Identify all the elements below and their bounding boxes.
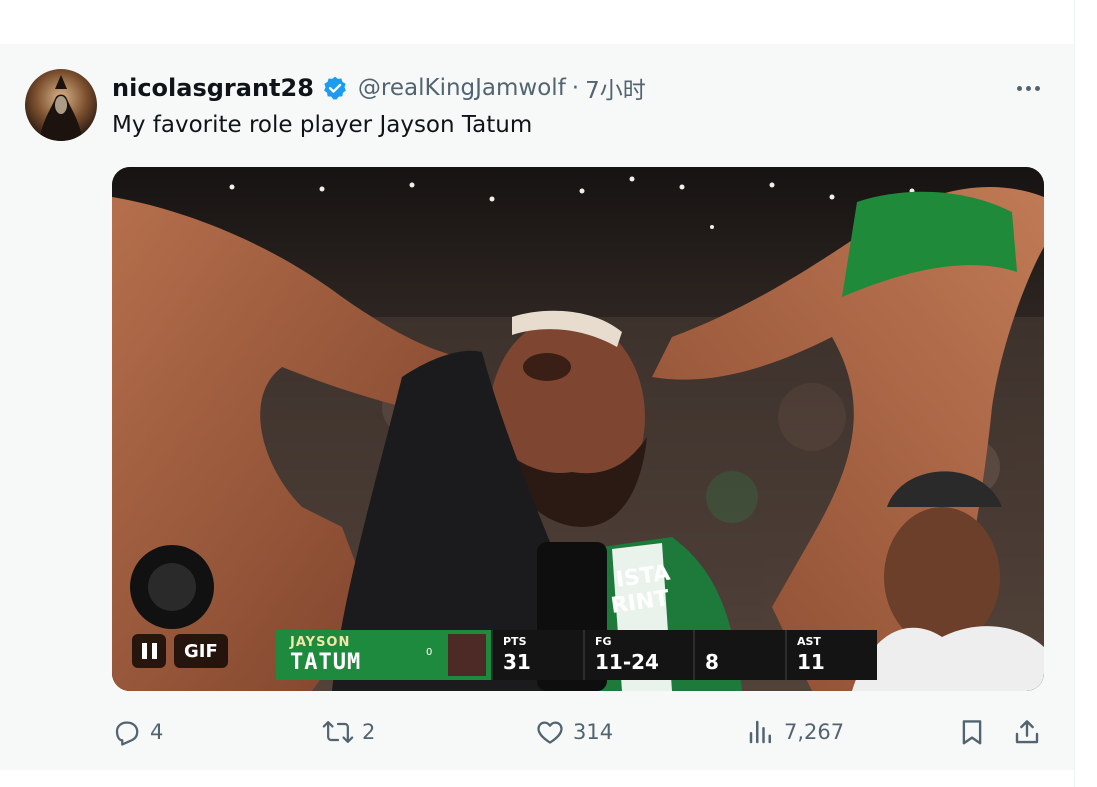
header-separator: · bbox=[571, 75, 580, 101]
right-gutter bbox=[1075, 0, 1097, 787]
display-name[interactable]: nicolasgrant28 bbox=[112, 74, 314, 102]
stat-value: 11-24 bbox=[595, 650, 659, 674]
gif-badge: GIF bbox=[174, 634, 228, 668]
repost-count: 2 bbox=[362, 720, 376, 744]
stat-label: AST bbox=[797, 635, 821, 648]
scorebug-first-name: JAYSON bbox=[290, 635, 351, 650]
gif-frame: ISTA RINT bbox=[112, 167, 1044, 691]
tweet-timestamp[interactable]: 7小时 bbox=[585, 71, 646, 105]
avatar[interactable] bbox=[25, 69, 97, 141]
scorebug-stat-reb: 8 bbox=[693, 630, 785, 680]
like-icon bbox=[537, 721, 563, 744]
like-button[interactable]: 314 bbox=[535, 712, 613, 752]
views-count: 7,267 bbox=[784, 720, 845, 744]
gif-controls: GIF bbox=[132, 634, 228, 668]
bookmark-icon bbox=[962, 720, 982, 745]
scorebug-stat-ast: AST 11 bbox=[785, 630, 877, 680]
stat-value: 8 bbox=[705, 650, 719, 674]
bookmark-button[interactable] bbox=[957, 712, 987, 752]
pause-icon[interactable] bbox=[132, 634, 166, 668]
tweet-header: nicolasgrant28 @realKingJamwolf · 7小时 bbox=[112, 72, 646, 104]
stat-value: 31 bbox=[503, 650, 531, 674]
top-strip bbox=[0, 0, 1075, 44]
repost-icon bbox=[322, 721, 354, 743]
tweet-text: My favorite role player Jayson Tatum bbox=[112, 112, 533, 138]
scorebug-last-name: TATUM bbox=[290, 650, 362, 675]
scorebug-headshot bbox=[448, 634, 486, 676]
tweet-action-bar: 4 2 314 7,267 bbox=[0, 712, 1074, 752]
repost-button[interactable]: 2 bbox=[322, 712, 375, 752]
share-button[interactable] bbox=[1012, 712, 1042, 752]
views-icon bbox=[749, 720, 771, 744]
share-icon bbox=[1015, 720, 1039, 744]
stat-label: PTS bbox=[503, 635, 527, 648]
scorebug-stat-fg: FG 11-24 bbox=[583, 630, 693, 680]
like-count: 314 bbox=[573, 720, 614, 744]
reply-count: 4 bbox=[150, 720, 164, 744]
more-icon[interactable] bbox=[1012, 76, 1044, 100]
tweet-media-gif[interactable]: ISTA RINT GIF JAYSON TATUM 0 PTS 31 FG 1… bbox=[112, 167, 1044, 691]
reply-icon bbox=[115, 721, 139, 746]
avatar-image bbox=[25, 69, 97, 141]
scorebug-jersey-number: 0 bbox=[426, 647, 433, 658]
user-handle[interactable]: @realKingJamwolf bbox=[358, 75, 566, 101]
stat-label: FG bbox=[595, 635, 612, 648]
verified-badge-icon[interactable] bbox=[322, 75, 348, 101]
views-button[interactable]: 7,267 bbox=[746, 712, 844, 752]
reply-button[interactable]: 4 bbox=[112, 712, 163, 752]
scorebug-stat-pts: PTS 31 bbox=[491, 630, 583, 680]
tweet-bottom-spacer bbox=[0, 770, 1074, 787]
stat-value: 11 bbox=[797, 650, 825, 674]
scorebug-player: JAYSON TATUM 0 bbox=[276, 630, 491, 680]
scorebug: JAYSON TATUM 0 PTS 31 FG 11-24 8 AST 11 bbox=[276, 630, 877, 680]
